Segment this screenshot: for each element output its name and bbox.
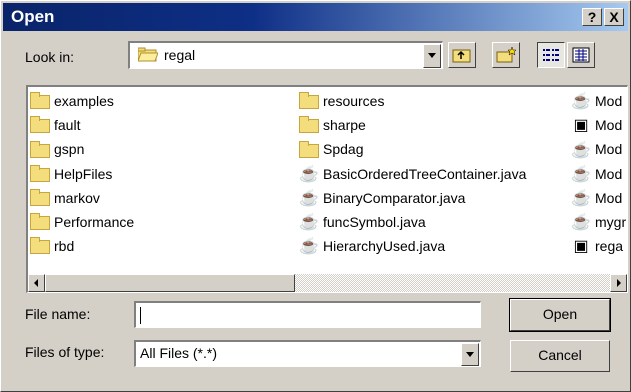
file-name-label: File name: xyxy=(25,306,91,322)
folder-icon xyxy=(30,237,50,255)
file-list-item-label: rbd xyxy=(54,238,75,255)
file-list-item[interactable]: gspn xyxy=(30,138,84,160)
file-list-item[interactable]: ☕ BinaryComparator.java xyxy=(299,187,465,209)
open-dialog: Open ? X Look in: regal examples fault g… xyxy=(0,0,631,392)
java-file-icon: ☕ xyxy=(571,214,591,232)
file-list-item-label: Mod xyxy=(595,117,623,134)
file-list-item-label: BinaryComparator.java xyxy=(323,189,466,206)
file-list-item-label: markov xyxy=(54,189,100,206)
file-list-item[interactable]: ☕ Mod xyxy=(571,163,622,185)
file-list-item[interactable]: ☕ HierarchyUsed.java xyxy=(299,235,445,257)
file-list-item[interactable]: Spdag xyxy=(299,138,363,160)
file-list-item-label: Spdag xyxy=(323,141,364,158)
folder-icon xyxy=(299,92,319,110)
java-file-icon: ☕ xyxy=(299,165,319,183)
file-list-item-label: Mod xyxy=(595,141,623,158)
file-list-item-label: Performance xyxy=(54,214,135,230)
java-file-icon: ☕ xyxy=(571,190,591,208)
file-list-item[interactable]: Performance xyxy=(30,211,134,233)
folder-icon xyxy=(30,116,50,134)
folder-icon xyxy=(30,164,50,182)
file-list-item[interactable]: ☕ Mod xyxy=(571,187,622,209)
java-file-icon: ☕ xyxy=(571,93,591,111)
files-of-type-value: All Files (*.*) xyxy=(140,345,218,361)
scroll-left-button[interactable] xyxy=(28,274,45,292)
folder-open-icon xyxy=(137,47,159,62)
file-list-item[interactable]: fault xyxy=(30,114,80,136)
list-view-button[interactable] xyxy=(537,42,565,68)
open-button[interactable]: Open xyxy=(509,298,611,332)
file-list-item-label: sharpe xyxy=(323,117,366,134)
files-of-type-combo[interactable]: All Files (*.*) xyxy=(134,340,481,367)
folder-icon xyxy=(30,213,50,231)
scroll-right-icon xyxy=(617,279,621,287)
look-in-dropdown-button[interactable] xyxy=(423,44,441,68)
create-new-folder-button[interactable] xyxy=(492,42,520,68)
file-list-item[interactable]: ☕ BasicOrderedTreeContainer.java xyxy=(299,163,526,185)
file-list[interactable]: examples fault gspn HelpFiles markov Performa… xyxy=(26,85,628,293)
scroll-right-button[interactable] xyxy=(610,274,627,292)
text-cursor xyxy=(140,307,141,324)
file-list-item-label: Mod xyxy=(595,189,623,206)
file-list-item-label: mygr xyxy=(595,214,627,230)
file-list-item-label: resources xyxy=(323,93,385,109)
folder-icon xyxy=(30,92,50,110)
java-file-icon: ☕ xyxy=(571,141,591,159)
file-list-item[interactable]: ☕ Mod xyxy=(571,90,622,112)
file-list-item-label: fault xyxy=(54,117,81,134)
dialog-title: Open xyxy=(11,7,55,26)
horizontal-scrollbar[interactable] xyxy=(28,274,627,292)
java-file-icon: ☕ xyxy=(299,190,319,208)
scroll-thumb[interactable] xyxy=(45,274,295,292)
file-list-item-label: funcSymbol.java xyxy=(323,214,426,230)
file-icon: ▣ xyxy=(573,238,589,256)
scroll-left-icon xyxy=(34,279,38,287)
file-list-item[interactable]: ☕ funcSymbol.java xyxy=(299,211,426,233)
close-button[interactable]: X xyxy=(604,8,624,26)
file-list-item[interactable]: ☕ Mod xyxy=(571,138,622,160)
files-of-type-label: Files of type: xyxy=(25,344,105,360)
file-list-item-label: rega xyxy=(595,238,624,255)
look-in-label: Look in: xyxy=(25,49,75,65)
folder-icon xyxy=(299,140,319,158)
up-one-level-button[interactable] xyxy=(448,42,476,68)
file-list-item-label: examples xyxy=(54,93,114,109)
file-list-item-label: gspn xyxy=(54,141,85,158)
look-in-value: regal xyxy=(164,47,196,63)
folder-icon xyxy=(30,189,50,207)
cancel-button[interactable]: Cancel xyxy=(510,340,610,372)
file-list-item-label: Mod xyxy=(595,93,623,109)
create-new-folder-icon xyxy=(496,46,518,67)
look-in-combo[interactable]: regal xyxy=(128,41,443,69)
details-view-button[interactable] xyxy=(567,42,595,68)
file-list-item-label: BasicOrderedTreeContainer.java xyxy=(323,165,527,182)
image-file-icon: ▣ xyxy=(573,117,589,135)
file-list-item-label: HelpFiles xyxy=(54,165,113,182)
file-list-item[interactable]: HelpFiles xyxy=(30,163,112,185)
file-list-item-label: HierarchyUsed.java xyxy=(323,238,446,255)
java-file-icon: ☕ xyxy=(571,165,591,183)
file-list-item[interactable]: sharpe xyxy=(299,114,366,136)
file-list-item[interactable]: resources xyxy=(299,90,384,112)
file-list-item[interactable]: examples xyxy=(30,90,114,112)
file-list-item[interactable]: ☕ mygr xyxy=(571,211,626,233)
java-file-icon: ☕ xyxy=(299,238,319,256)
java-file-icon: ☕ xyxy=(299,214,319,232)
files-of-type-dropdown-button[interactable] xyxy=(461,343,479,366)
file-list-item[interactable]: ▣ rega xyxy=(571,235,623,257)
file-list-item[interactable]: rbd xyxy=(30,235,74,257)
list-view-icon xyxy=(542,47,560,66)
details-view-icon xyxy=(572,47,590,66)
file-list-item-label: Mod xyxy=(595,165,623,182)
up-one-level-icon xyxy=(452,46,472,67)
help-button[interactable]: ? xyxy=(582,8,602,26)
file-list-item[interactable]: ▣ Mod xyxy=(571,114,622,136)
file-list-item[interactable]: markov xyxy=(30,187,100,209)
folder-icon xyxy=(299,116,319,134)
file-name-input[interactable] xyxy=(134,301,481,328)
folder-icon xyxy=(30,140,50,158)
title-bar[interactable]: Open ? X xyxy=(3,3,628,31)
